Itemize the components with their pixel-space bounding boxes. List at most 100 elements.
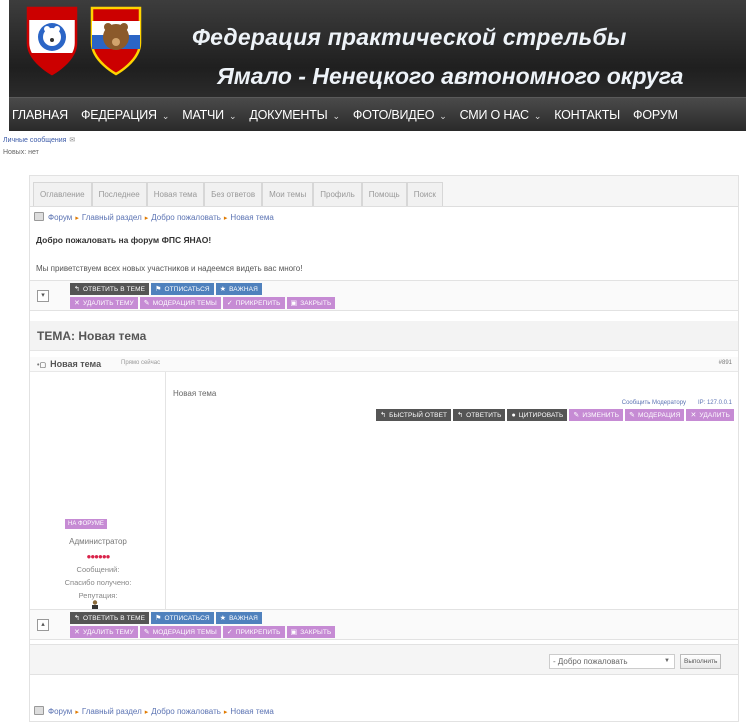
flag-icon: ⚑ bbox=[155, 615, 162, 622]
nav-item-federation[interactable]: ФЕДЕРАЦИЯ ⌄ bbox=[81, 108, 170, 122]
tab-index[interactable]: Оглавление bbox=[33, 182, 92, 206]
pin-topic-button[interactable]: ✓ ПРИКРЕПИТЬ bbox=[222, 297, 285, 309]
star-icon: ★ bbox=[219, 615, 227, 622]
tab-latest[interactable]: Последнее bbox=[91, 182, 147, 206]
tab-profile[interactable]: Профиль bbox=[313, 182, 362, 206]
author-reputation: Репутация: bbox=[78, 591, 118, 600]
pencil-icon: ✎ bbox=[573, 412, 580, 419]
home-icon[interactable] bbox=[34, 706, 44, 715]
reply-button[interactable]: ↰ ОТВЕТИТЬ bbox=[453, 409, 506, 421]
button-label: ОТВЕТИТЬ bbox=[466, 411, 502, 419]
breadcrumb-item[interactable]: Добро пожаловать bbox=[151, 707, 221, 716]
topic-toolbar-bottom: ▴ ↰ ОТВЕТИТЬ В ТЕМЕ ⚑ ОТПИСАТЬСЯ ★ ВАЖНАЯ ✕… bbox=[30, 609, 738, 640]
chevron-down-icon: ⌄ bbox=[533, 110, 542, 121]
author-panel: НА ФОРУМЕ Администратор ●●●●●● Сообщений… bbox=[30, 372, 166, 609]
delete-topic-button[interactable]: ✕ УДАЛИТЬ ТЕМУ bbox=[70, 297, 138, 309]
reply-icon: ↰ bbox=[380, 412, 387, 419]
breadcrumb-separator-icon: ▸ bbox=[144, 215, 149, 222]
lock-topic-button[interactable]: ▣ ЗАКРЫТЬ bbox=[286, 297, 336, 309]
button-label: ОТПИСАТЬСЯ bbox=[164, 285, 210, 293]
breadcrumb-item[interactable]: Форум bbox=[48, 707, 72, 716]
button-label: ОТВЕТИТЬ В ТЕМЕ bbox=[82, 285, 146, 293]
tab-help[interactable]: Помощь bbox=[361, 182, 407, 206]
breadcrumb-item[interactable]: Главный раздел bbox=[82, 213, 142, 222]
report-moderator-link[interactable]: Сообщить Модератору bbox=[622, 400, 686, 406]
star-icon: ★ bbox=[219, 286, 227, 293]
unsubscribe-button[interactable]: ⚑ ОТПИСАТЬСЯ bbox=[151, 283, 214, 295]
post-number[interactable]: #891 bbox=[719, 360, 732, 366]
nav-item-press[interactable]: СМИ О НАС ⌄ bbox=[460, 108, 542, 122]
nav-item-contacts[interactable]: КОНТАКТЫ bbox=[554, 108, 620, 122]
button-label: МОДЕРАЦИЯ ТЕМЫ bbox=[152, 299, 217, 307]
breadcrumb-item[interactable]: Главный раздел bbox=[82, 707, 142, 716]
breadcrumb-separator-icon: ▸ bbox=[144, 709, 149, 716]
quote-button[interactable]: ● ЦИТИРОВАТЬ bbox=[507, 409, 568, 421]
wrench-icon: ✎ bbox=[143, 629, 150, 636]
breadcrumb-item[interactable]: Добро пожаловать bbox=[151, 213, 221, 222]
pm-label: Личные сообщения bbox=[3, 137, 67, 144]
tab-search[interactable]: Поиск bbox=[406, 182, 443, 206]
delete-button[interactable]: ✕ УДАЛИТЬ bbox=[686, 409, 734, 421]
nav-label: ФОРУМ bbox=[633, 107, 678, 122]
forum-jump-select[interactable]: - Добро пожаловать ▼ bbox=[549, 654, 675, 669]
button-label: МОДЕРАЦИЯ bbox=[638, 411, 681, 419]
post-title[interactable]: •▢ Новая тема bbox=[37, 359, 101, 369]
federation-logo[interactable] bbox=[24, 5, 80, 77]
button-label: ПРИКРЕПИТЬ bbox=[235, 628, 281, 636]
quick-reply-button[interactable]: ↰ БЫСТРЫЙ ОТВЕТ bbox=[376, 409, 452, 421]
nav-item-forum[interactable]: ФОРУМ bbox=[633, 108, 678, 122]
delete-topic-button[interactable]: ✕ УДАЛИТЬ ТЕМУ bbox=[70, 626, 138, 638]
nav-item-home[interactable]: ГЛАВНАЯ bbox=[12, 108, 68, 122]
expand-icon[interactable]: ▴ bbox=[37, 619, 49, 631]
breadcrumb-separator-icon: ▸ bbox=[223, 215, 228, 222]
reply-topic-button[interactable]: ↰ ОТВЕТИТЬ В ТЕМЕ bbox=[70, 283, 150, 295]
home-icon[interactable] bbox=[34, 212, 44, 221]
reply-icon: ↰ bbox=[457, 412, 464, 419]
author-messages: Сообщений: bbox=[76, 565, 120, 574]
important-button[interactable]: ★ ВАЖНАЯ bbox=[215, 612, 262, 624]
edit-button[interactable]: ✎ ИЗМЕНИТЬ bbox=[569, 409, 624, 421]
moderate-button[interactable]: ✎ МОДЕРАЦИЯ bbox=[625, 409, 685, 421]
post-ip: IP: 127.0.0.1 bbox=[697, 400, 732, 406]
check-icon: ✓ bbox=[226, 300, 233, 307]
important-button[interactable]: ★ ВАЖНАЯ bbox=[215, 283, 262, 295]
button-label: УДАЛИТЬ bbox=[699, 411, 730, 419]
nav-label: КОНТАКТЫ bbox=[554, 107, 621, 122]
button-label: ПРИКРЕПИТЬ bbox=[235, 299, 281, 307]
moderate-topic-button[interactable]: ✎ МОДЕРАЦИЯ ТЕМЫ bbox=[139, 297, 221, 309]
reply-icon: ↰ bbox=[74, 286, 80, 293]
breadcrumb-item[interactable]: Форум bbox=[48, 213, 72, 222]
private-messages-link[interactable]: Личные сообщения ✉ bbox=[3, 136, 75, 144]
flag-icon: ⚑ bbox=[155, 286, 162, 293]
post-text: Новая тема bbox=[173, 389, 217, 398]
button-label: УДАЛИТЬ ТЕМУ bbox=[82, 299, 134, 307]
lock-topic-button[interactable]: ▣ ЗАКРЫТЬ bbox=[286, 626, 336, 638]
moderate-topic-button[interactable]: ✎ МОДЕРАЦИЯ ТЕМЫ bbox=[139, 626, 221, 638]
close-icon: ✕ bbox=[690, 412, 697, 419]
tab-new-topic[interactable]: Новая тема bbox=[146, 182, 205, 206]
nav-label: МАТЧИ bbox=[182, 107, 224, 122]
pin-topic-button[interactable]: ✓ ПРИКРЕПИТЬ bbox=[222, 626, 285, 638]
tab-my-topics[interactable]: Мои темы bbox=[262, 182, 314, 206]
close-icon: ✕ bbox=[74, 629, 80, 636]
nav-label: ДОКУМЕНТЫ bbox=[249, 107, 328, 122]
forum-container: Оглавление Последнее Новая тема Без отве… bbox=[29, 175, 739, 722]
welcome-title: Добро пожаловать на форум ФПС ЯНАО! bbox=[36, 235, 212, 245]
breadcrumb-item[interactable]: Новая тема bbox=[230, 707, 273, 716]
unsubscribe-button[interactable]: ⚑ ОТПИСАТЬСЯ bbox=[151, 612, 214, 624]
jump-go-button[interactable]: Выполнить bbox=[680, 654, 722, 669]
russia-logo[interactable] bbox=[88, 5, 144, 77]
tab-no-replies[interactable]: Без ответов bbox=[204, 182, 263, 206]
nav-item-matches[interactable]: МАТЧИ ⌄ bbox=[182, 108, 236, 122]
author-thanks: Спасибо получено: bbox=[64, 578, 132, 587]
main-nav: ГЛАВНАЯ ФЕДЕРАЦИЯ ⌄ МАТЧИ ⌄ ДОКУМЕНТЫ ⌄ ФОТ… bbox=[9, 97, 746, 131]
nav-item-documents[interactable]: ДОКУМЕНТЫ ⌄ bbox=[249, 108, 340, 122]
nav-item-media[interactable]: ФОТО/ВИДЕО ⌄ bbox=[353, 108, 447, 122]
breadcrumb-item[interactable]: Новая тема bbox=[230, 213, 273, 222]
button-label: БЫСТРЫЙ ОТВЕТ bbox=[389, 411, 448, 419]
reply-topic-button[interactable]: ↰ ОТВЕТИТЬ В ТЕМЕ bbox=[70, 612, 150, 624]
expand-icon[interactable]: ▾ bbox=[37, 290, 49, 302]
post-header: •▢ Новая тема Прямо сейчас #891 bbox=[30, 357, 738, 372]
breadcrumb-bottom: Форум ▸ Главный раздел ▸ Добро пожаловать ▸ Но… bbox=[34, 706, 274, 716]
forum-jump-bar: - Добро пожаловать ▼ Выполнить bbox=[30, 644, 738, 675]
